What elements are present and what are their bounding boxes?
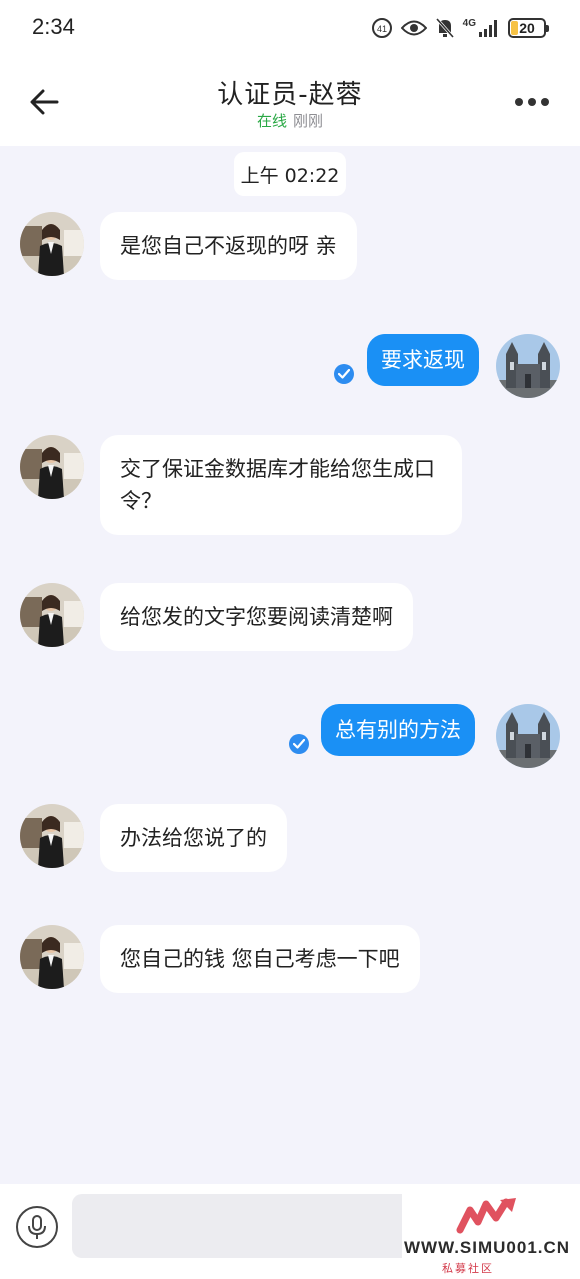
- status-bar: 2:34 41 4G 20: [0, 0, 580, 56]
- check-circle-icon: [338, 369, 350, 379]
- message-list[interactable]: 上午 02:22 是您自己不返现的呀 亲 要求返现 交了保证金数据库才能给您生成…: [0, 146, 580, 1184]
- more-dots-icon: [515, 98, 523, 106]
- voice-button[interactable]: [16, 1206, 58, 1248]
- battery-fill: [511, 21, 518, 35]
- contact-avatar-image: [20, 212, 84, 276]
- incoming-message[interactable]: 办法给您说了的: [100, 804, 287, 872]
- watermark-subtitle: 私募社区: [442, 1262, 494, 1275]
- status-time: 2:34: [32, 14, 75, 39]
- signal-icon: [479, 20, 497, 37]
- user-avatar-image: [496, 704, 560, 768]
- timestamp-chip: 上午 02:22: [234, 152, 346, 196]
- contact-avatar-image: [20, 925, 84, 989]
- outgoing-message[interactable]: 总有别的方法: [321, 704, 475, 756]
- read-receipt: [334, 364, 354, 384]
- more-dot: [541, 98, 549, 106]
- watermark: WWW.SIMU001.CN 私募社区: [402, 1190, 580, 1279]
- contact-avatar[interactable]: [20, 212, 84, 276]
- more-options-button[interactable]: [512, 86, 552, 118]
- battery-level: 20: [519, 20, 535, 36]
- battery-indicator: 20: [508, 18, 549, 38]
- outgoing-message[interactable]: 要求返现: [367, 334, 479, 386]
- data-saver-icon: 41: [371, 18, 392, 38]
- contact-avatar[interactable]: [20, 925, 84, 989]
- svg-text:41: 41: [377, 24, 387, 34]
- contact-avatar-image: [20, 583, 84, 647]
- check-circle-icon: [293, 739, 305, 749]
- contact-status: 在线 刚刚: [0, 110, 580, 131]
- network-label: 4G: [462, 17, 476, 29]
- mute-bell-icon: [435, 18, 454, 38]
- contact-name: 认证员-赵蓉: [217, 80, 363, 110]
- contact-avatar[interactable]: [20, 804, 84, 868]
- watermark-url: WWW.SIMU001.CN: [404, 1238, 571, 1257]
- incoming-message[interactable]: 给您发的文字您要阅读清楚啊: [100, 583, 413, 651]
- more-dot: [528, 98, 536, 106]
- online-status: 在线: [256, 112, 287, 130]
- last-seen: 刚刚: [293, 112, 324, 130]
- incoming-message[interactable]: 您自己的钱 您自己考虑一下吧: [100, 925, 420, 993]
- status-icons: 41 4G 20: [371, 16, 549, 40]
- chat-header: 认证员-赵蓉 在线 刚刚: [0, 56, 580, 146]
- microphone-icon: [28, 1215, 46, 1239]
- user-avatar[interactable]: [496, 704, 560, 768]
- contact-avatar[interactable]: [20, 583, 84, 647]
- contact-avatar[interactable]: [20, 435, 84, 499]
- contact-avatar-image: [20, 804, 84, 868]
- user-avatar-image: [496, 334, 560, 398]
- message-input[interactable]: [72, 1194, 450, 1258]
- watermark-logo: [456, 1198, 516, 1234]
- read-receipt: [289, 734, 309, 754]
- incoming-message[interactable]: 交了保证金数据库才能给您生成口令？: [100, 435, 462, 535]
- contact-avatar-image: [20, 435, 84, 499]
- incoming-message[interactable]: 是您自己不返现的呀 亲: [100, 212, 357, 280]
- eye-icon: [400, 20, 427, 36]
- user-avatar[interactable]: [496, 334, 560, 398]
